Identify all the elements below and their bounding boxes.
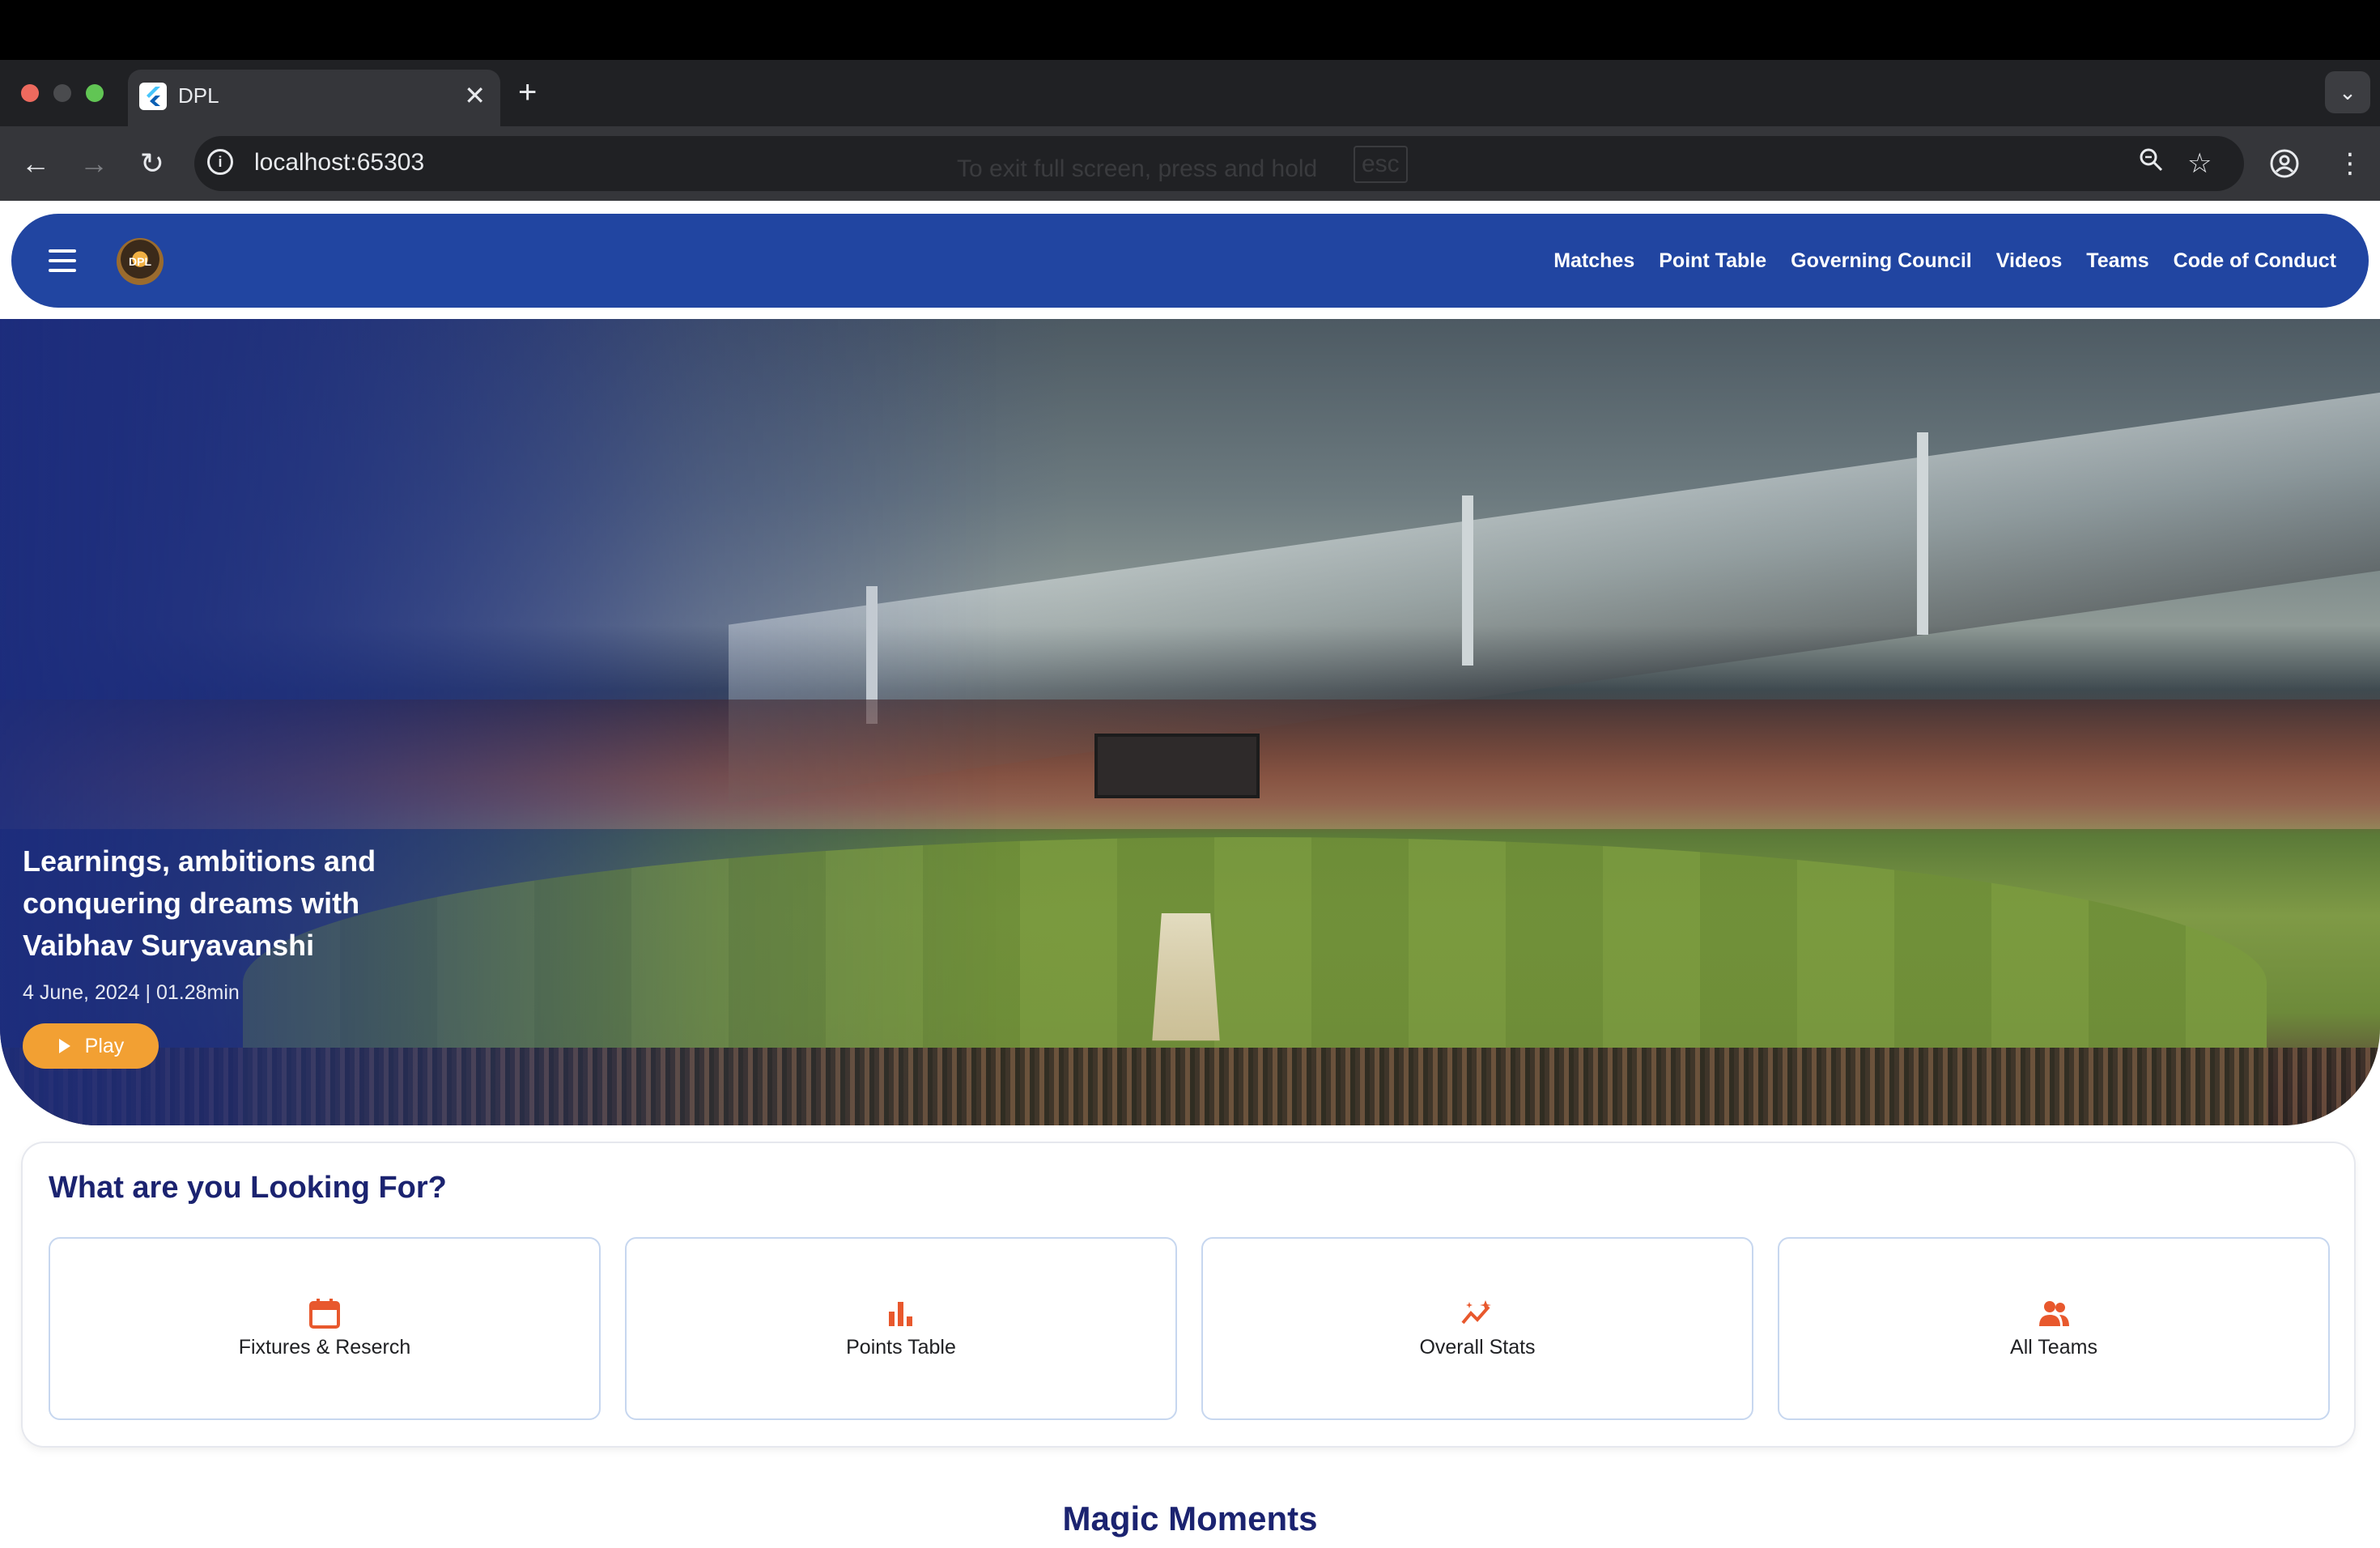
nav-point-table[interactable]: Point Table xyxy=(1659,249,1766,273)
looking-for-title: What are you Looking For? xyxy=(49,1171,447,1205)
tab-title: DPL xyxy=(178,83,219,108)
app-header: DPL Matches Point Table Governing Counci… xyxy=(11,214,2369,308)
tile-label: Overall Stats xyxy=(1419,1336,1536,1359)
tile-points-table[interactable]: Points Table xyxy=(625,1237,1177,1420)
nav-governing-council[interactable]: Governing Council xyxy=(1791,249,1972,273)
reload-icon[interactable]: ↻ xyxy=(133,144,172,183)
fullscreen-esc-key: esc xyxy=(1354,146,1408,183)
hero-overlay xyxy=(0,319,2380,1125)
window-zoom-dot[interactable] xyxy=(86,84,104,102)
nav-code-of-conduct[interactable]: Code of Conduct xyxy=(2174,249,2336,273)
url-text[interactable]: localhost:65303 xyxy=(254,149,424,176)
forward-arrow-icon[interactable]: → xyxy=(74,144,113,183)
zoom-icon[interactable] xyxy=(2137,146,2165,182)
tile-fixtures[interactable]: Fixtures & Reserch xyxy=(49,1237,601,1420)
looking-for-card: What are you Looking For? Fixtures & Res… xyxy=(23,1143,2354,1446)
tile-label: All Teams xyxy=(2010,1336,2097,1359)
trending-stats-icon xyxy=(1461,1297,1494,1329)
browser-tab[interactable]: DPL ✕ xyxy=(128,70,500,126)
profile-icon[interactable] xyxy=(2268,144,2301,190)
bookmark-star-icon[interactable]: ☆ xyxy=(2187,146,2212,181)
group-icon xyxy=(2038,1297,2070,1329)
magic-moments-title: Magic Moments xyxy=(1062,1499,1318,1537)
address-bar[interactable]: i localhost:65303 To exit full screen, p… xyxy=(194,136,2244,191)
tile-label: Fixtures & Reserch xyxy=(238,1336,411,1359)
window-close-dot[interactable] xyxy=(21,84,39,102)
hero-meta: 4 June, 2024 | 01.28min xyxy=(23,981,240,1004)
fullscreen-hint: To exit full screen, press and hold xyxy=(957,155,1318,182)
window-minimize-dot[interactable] xyxy=(53,84,71,102)
tab-close-icon[interactable]: ✕ xyxy=(464,79,486,112)
calendar-icon xyxy=(308,1297,341,1329)
tile-label: Points Table xyxy=(846,1336,956,1359)
site-info-icon[interactable]: i xyxy=(207,149,233,175)
browser-menu-icon[interactable]: ⋮ xyxy=(2336,144,2364,183)
tile-all-teams[interactable]: All Teams xyxy=(1778,1237,2330,1420)
play-icon xyxy=(58,1039,70,1053)
back-arrow-icon[interactable]: ← xyxy=(16,144,55,183)
tile-overall-stats[interactable]: Overall Stats xyxy=(1201,1237,1753,1420)
dpl-logo[interactable]: DPL xyxy=(117,238,164,285)
hero-banner[interactable]: Learnings, ambitions and conquering drea… xyxy=(0,319,2380,1125)
play-button[interactable]: Play xyxy=(23,1023,159,1069)
nav-videos[interactable]: Videos xyxy=(1996,249,2063,273)
flutter-favicon-icon xyxy=(139,83,167,110)
new-tab-icon[interactable]: + xyxy=(518,71,537,113)
hamburger-menu-icon[interactable] xyxy=(49,249,76,272)
tab-search-chevron-icon[interactable]: ⌄ xyxy=(2325,71,2370,113)
screen-top-bar xyxy=(0,0,2380,60)
nav-teams[interactable]: Teams xyxy=(2086,249,2148,273)
hero-title: Learnings, ambitions and conquering drea… xyxy=(23,844,376,962)
top-nav: Matches Point Table Governing Council Vi… xyxy=(1553,214,2336,308)
bar-chart-icon xyxy=(885,1297,917,1329)
play-label: Play xyxy=(84,1034,125,1057)
nav-matches[interactable]: Matches xyxy=(1553,249,1634,273)
